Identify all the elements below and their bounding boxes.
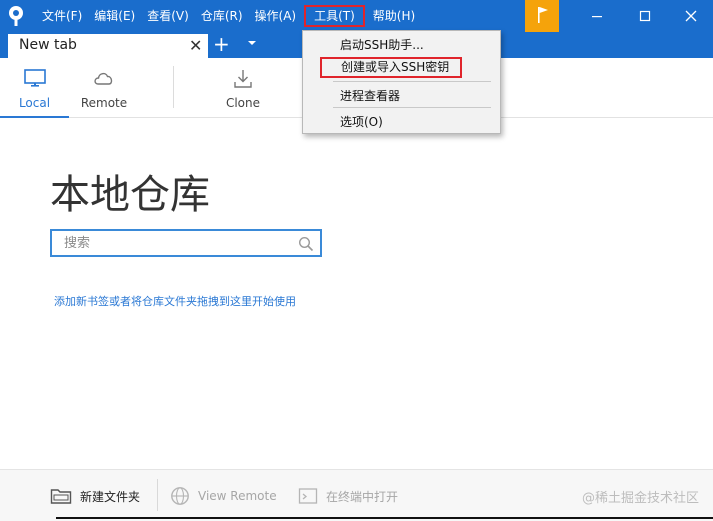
remote-label: Remote: [80, 96, 128, 110]
view-remote-button[interactable]: View Remote: [170, 485, 277, 507]
view-remote-label: View Remote: [198, 489, 277, 503]
tab-title: New tab: [19, 37, 77, 53]
flag-button[interactable]: [525, 0, 559, 32]
close-window-button[interactable]: [668, 0, 713, 32]
globe-icon: [171, 487, 189, 505]
bottom-edge-line: [56, 517, 713, 519]
tab-new[interactable]: New tab ✕: [8, 34, 208, 58]
empty-state-hint: 添加新书签或者将仓库文件夹拖拽到这里开始使用: [54, 295, 296, 308]
menu-help[interactable]: 帮助(H): [367, 5, 421, 27]
tools-dropdown-menu: 启动SSH助手... 创建或导入SSH密钥 进程查看器 选项(O): [302, 30, 501, 134]
menu-separator: [333, 107, 491, 108]
title-bar: 文件(F) 编辑(E) 查看(V) 仓库(R) 操作(A) 工具(T) 帮助(H…: [0, 0, 713, 32]
clone-label: Clone: [225, 96, 261, 110]
search-input[interactable]: [64, 234, 284, 253]
monitor-icon: [23, 69, 46, 87]
chevron-down-icon[interactable]: [246, 37, 258, 49]
local-tab-button[interactable]: Local: [0, 58, 69, 118]
minimize-button[interactable]: [574, 0, 620, 32]
menu-item-start-ssh-agent[interactable]: 启动SSH助手...: [303, 35, 500, 55]
remote-tab-button[interactable]: Remote: [69, 58, 139, 118]
menu-edit[interactable]: 编辑(E): [88, 5, 141, 27]
clone-button[interactable]: Clone: [210, 58, 276, 118]
toolbar-divider: [173, 66, 174, 108]
menu-tools[interactable]: 工具(T): [304, 5, 365, 27]
search-icon: [298, 236, 314, 252]
menu-separator: [333, 81, 491, 82]
sourcetree-logo-icon[interactable]: [6, 5, 26, 27]
new-folder-button[interactable]: 新建文件夹: [50, 485, 140, 507]
new-folder-label: 新建文件夹: [80, 489, 141, 504]
menu-item-options[interactable]: 选项(O): [303, 112, 500, 132]
maximize-button[interactable]: [622, 0, 668, 32]
local-label: Local: [18, 96, 51, 110]
watermark: @稀土掘金技术社区: [581, 491, 699, 506]
minimize-icon: [592, 16, 602, 18]
menu-item-create-import-ssh-keys[interactable]: 创建或导入SSH密钥: [320, 57, 462, 78]
search-box[interactable]: [50, 229, 322, 257]
menu-item-process-viewer[interactable]: 进程查看器: [303, 86, 500, 106]
flag-icon: [538, 7, 548, 23]
menu-file[interactable]: 文件(F): [36, 5, 88, 27]
bottom-bar: 新建文件夹 View Remote 在终端中打开 @稀土掘金技术社区: [0, 469, 713, 521]
menu-bar: 文件(F) 编辑(E) 查看(V) 仓库(R) 操作(A) 工具(T) 帮助(H…: [36, 0, 421, 32]
open-terminal-label: 在终端中打开: [326, 489, 399, 504]
cloud-icon: [94, 72, 113, 85]
tab-close-icon[interactable]: ✕: [189, 37, 202, 55]
menu-repository[interactable]: 仓库(R): [195, 5, 249, 27]
add-tab-button[interactable]: +: [213, 33, 230, 55]
open-terminal-button[interactable]: 在终端中打开: [298, 485, 398, 507]
menu-actions[interactable]: 操作(A): [249, 5, 303, 27]
terminal-icon: [298, 488, 318, 504]
maximize-icon: [639, 10, 651, 22]
page-title: 本地仓库: [50, 172, 210, 218]
close-icon: [685, 10, 697, 22]
app-window: 文件(F) 编辑(E) 查看(V) 仓库(R) 操作(A) 工具(T) 帮助(H…: [0, 0, 713, 521]
folder-icon: [50, 489, 72, 504]
download-icon: [234, 70, 252, 88]
bottom-divider: [157, 479, 158, 511]
menu-view[interactable]: 查看(V): [141, 5, 195, 27]
